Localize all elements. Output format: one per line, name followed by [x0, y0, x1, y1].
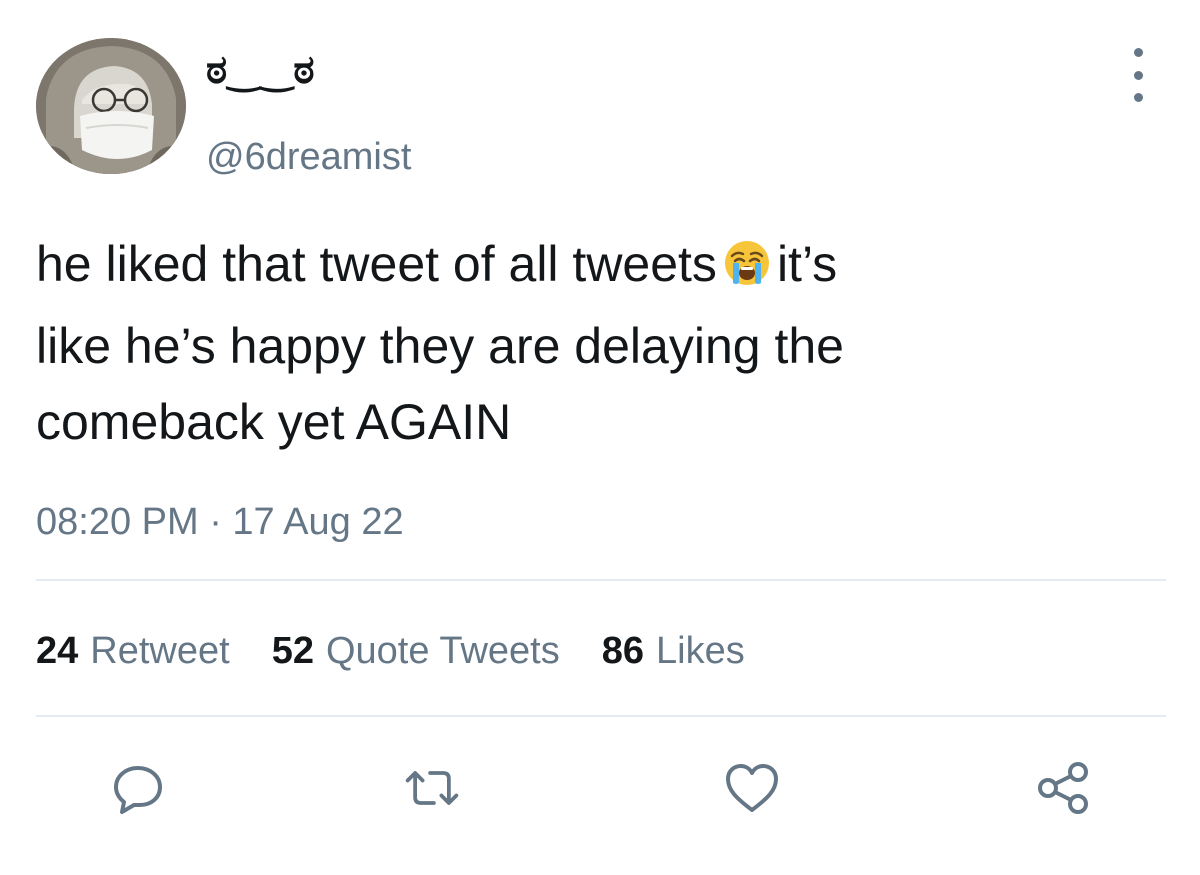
tweet-line-3: comeback yet AGAIN [36, 394, 512, 450]
reply-icon [114, 766, 162, 814]
retweet-count-label: Retweet [90, 630, 230, 672]
loudly-crying-face-icon [723, 232, 771, 308]
quote-tweets-count[interactable]: 52 Quote Tweets [272, 626, 560, 676]
display-name[interactable]: ಠ‿‿ಠ [206, 44, 315, 96]
tweet-text: he liked that tweet of all tweets it’s l… [36, 226, 1166, 460]
quote-tweets-count-value: 52 [271, 630, 314, 672]
likes-count[interactable]: 86 Likes [602, 626, 745, 676]
tweet-timestamp[interactable]: 08:20 PM · 17 Aug 22 [36, 498, 404, 546]
more-dot-icon [1133, 93, 1143, 102]
share-icon [1038, 762, 1088, 814]
heart-icon [726, 764, 778, 812]
reply-button[interactable] [108, 758, 168, 818]
likes-count-value: 86 [601, 630, 645, 672]
more-dot-icon [1133, 70, 1143, 80]
more-options-button[interactable] [1118, 48, 1158, 102]
quote-tweets-count-label: Quote Tweets [325, 630, 560, 672]
tweet-text-segment: it’s [776, 236, 838, 292]
tweet-line-1: he liked that tweet of all tweets it’s [36, 226, 1166, 308]
divider [36, 579, 1166, 581]
user-handle[interactable]: @6dreamist [206, 134, 411, 180]
share-button[interactable] [1034, 758, 1094, 818]
avatar[interactable] [36, 38, 186, 174]
tweet-stats: 24 Retweet 52 Quote Tweets 86 Likes [36, 626, 745, 676]
retweet-button[interactable] [402, 758, 462, 818]
more-dot-icon [1133, 48, 1143, 57]
retweet-icon [405, 771, 459, 805]
tweet-line-2: like he’s happy they are delaying the [36, 318, 844, 374]
like-button[interactable] [722, 758, 782, 818]
tweet-text-segment: he liked that tweet of all tweets [36, 236, 717, 292]
divider [36, 715, 1166, 717]
retweet-count[interactable]: 24 Retweet [36, 626, 230, 676]
likes-count-label: Likes [656, 630, 745, 672]
retweet-count-value: 24 [36, 630, 79, 672]
